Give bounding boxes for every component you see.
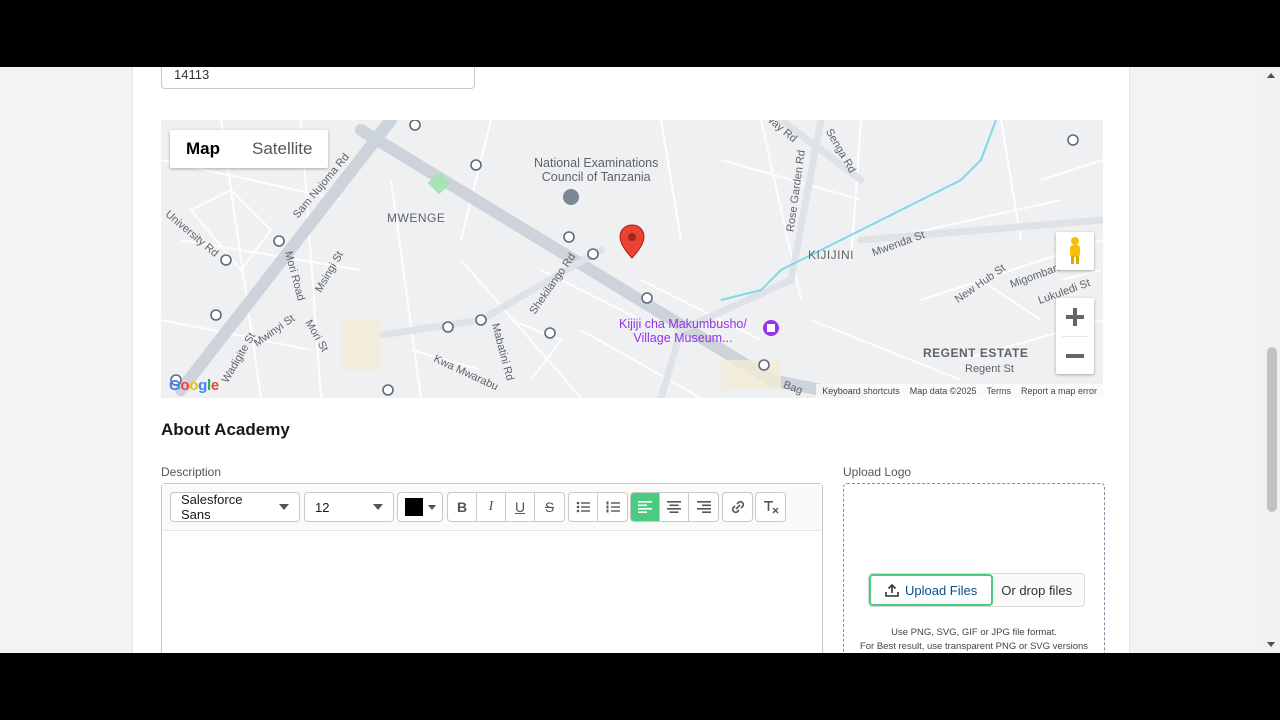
color-swatch — [405, 498, 423, 516]
map-type-satellite-button[interactable]: Satellite — [236, 130, 328, 168]
upload-files-label: Upload Files — [905, 582, 978, 598]
section-title-about: About Academy — [161, 420, 290, 439]
page-viewport: 14113 Map Satellite National Examination… — [0, 67, 1280, 653]
zoom-out-button[interactable] — [1056, 337, 1094, 375]
report-error-link[interactable]: Report a map error — [1021, 384, 1097, 398]
align-left-button[interactable] — [631, 493, 660, 521]
clear-formatting-icon — [763, 501, 778, 514]
poi-label-line1: National Examinations — [534, 156, 659, 170]
poi-label-line2: Council of Tanzania — [541, 170, 651, 184]
font-size-select[interactable]: 12 — [304, 492, 394, 522]
clear-formatting-button[interactable] — [756, 493, 785, 521]
align-right-icon — [696, 501, 711, 513]
area-regent-estate: REGENT ESTATE — [923, 346, 1029, 360]
description-editor[interactable]: Salesforce Sans 12 B I U S — [161, 483, 823, 653]
plus-icon — [1066, 308, 1084, 326]
underline-icon: U — [514, 499, 526, 515]
street-view-pegman-button[interactable] — [1056, 232, 1094, 270]
align-right-button[interactable] — [689, 493, 718, 521]
upload-logo-label: Upload Logo — [843, 465, 912, 479]
list-group — [568, 492, 628, 522]
area-mwenge: MWENGE — [387, 211, 446, 225]
chevron-down-icon — [428, 504, 436, 510]
description-label: Description — [161, 465, 222, 479]
scroll-down-arrow-icon[interactable] — [1267, 642, 1275, 647]
strikethrough-button[interactable]: S — [535, 493, 564, 521]
link-icon — [731, 500, 744, 514]
bold-button[interactable]: B — [448, 493, 477, 521]
terms-link[interactable]: Terms — [986, 384, 1011, 398]
format-group: B I U S — [447, 492, 565, 522]
upload-hint-format: Use PNG, SVG, GIF or JPG file format. — [891, 627, 1057, 638]
bold-icon: B — [456, 499, 468, 515]
poi-national-exam[interactable]: National Examinations Council of Tanzani… — [534, 156, 658, 184]
map-type-control: Map Satellite — [170, 130, 329, 168]
pegman-icon — [1070, 237, 1080, 264]
upload-hint-best: For Best result, use transparent PNG or … — [859, 641, 1089, 652]
code-field[interactable]: 14113 — [161, 67, 475, 89]
scrollbar-thumb[interactable] — [1267, 347, 1277, 512]
map-attribution: Keyboard shortcuts Map data ©2025 Terms … — [816, 384, 1103, 398]
align-center-icon — [667, 501, 681, 513]
chevron-down-icon — [279, 504, 289, 510]
google-logo-letter: G — [169, 377, 181, 394]
underline-button[interactable]: U — [506, 493, 535, 521]
numbered-list-icon — [606, 501, 620, 513]
font-family-select[interactable]: Salesforce Sans — [170, 492, 300, 522]
upload-files-button[interactable]: Upload Files — [869, 574, 994, 606]
italic-icon: I — [488, 499, 494, 514]
zoom-in-button[interactable] — [1056, 298, 1094, 336]
upload-icon — [885, 583, 899, 597]
align-group — [630, 492, 719, 522]
insert-link-button[interactable] — [723, 493, 752, 521]
poi-village-museum[interactable]: Kijiji cha Makumbusho/ Village Museum... — [619, 317, 747, 345]
bullet-list-icon — [576, 501, 590, 513]
google-logo-letter: o — [180, 377, 190, 394]
editor-toolbar: Salesforce Sans 12 B I U S — [162, 484, 822, 531]
page-scrollbar[interactable] — [1263, 67, 1280, 653]
font-family-value: Salesforce Sans — [181, 492, 243, 522]
clear-format-group — [755, 492, 786, 522]
area-kijijini: KIJIJINI — [808, 248, 855, 262]
zoom-control — [1056, 298, 1094, 374]
link-group — [722, 492, 753, 522]
museum-label-line1: Kijiji cha Makumbusho/ — [619, 317, 747, 331]
google-logo-letter: o — [189, 377, 199, 394]
font-size-value: 12 — [315, 499, 330, 515]
google-logo-letter: e — [210, 377, 219, 394]
google-map[interactable]: Map Satellite National Examinations Coun… — [161, 120, 1103, 398]
italic-button[interactable]: I — [477, 493, 506, 521]
numbered-list-button[interactable] — [598, 493, 627, 521]
align-left-icon — [638, 501, 652, 513]
scroll-up-arrow-icon[interactable] — [1267, 73, 1275, 78]
editor-content-area[interactable] — [162, 531, 822, 653]
bullet-list-button[interactable] — [569, 493, 598, 521]
map-type-map-button[interactable]: Map — [170, 130, 236, 168]
chevron-down-icon — [373, 504, 383, 510]
google-logo[interactable]: Google — [169, 377, 219, 394]
logo-dropzone[interactable]: Upload Files Or drop files Use PNG, SVG,… — [843, 483, 1105, 653]
minus-icon — [1066, 354, 1084, 358]
keyboard-shortcuts-link[interactable]: Keyboard shortcuts — [822, 384, 900, 398]
upload-row: Upload Files Or drop files — [868, 573, 1086, 607]
strikethrough-icon: S — [544, 499, 555, 515]
text-color-picker[interactable] — [397, 492, 443, 522]
map-data-text: Map data ©2025 — [909, 386, 977, 396]
align-center-button[interactable] — [660, 493, 689, 521]
google-logo-letter: g — [198, 377, 207, 394]
street-regent: Regent St — [965, 363, 1014, 375]
drop-files-text: Or drop files — [1001, 582, 1073, 598]
form-card: 14113 Map Satellite National Examination… — [132, 67, 1130, 653]
museum-label-line2: Village Museum... — [633, 331, 733, 345]
